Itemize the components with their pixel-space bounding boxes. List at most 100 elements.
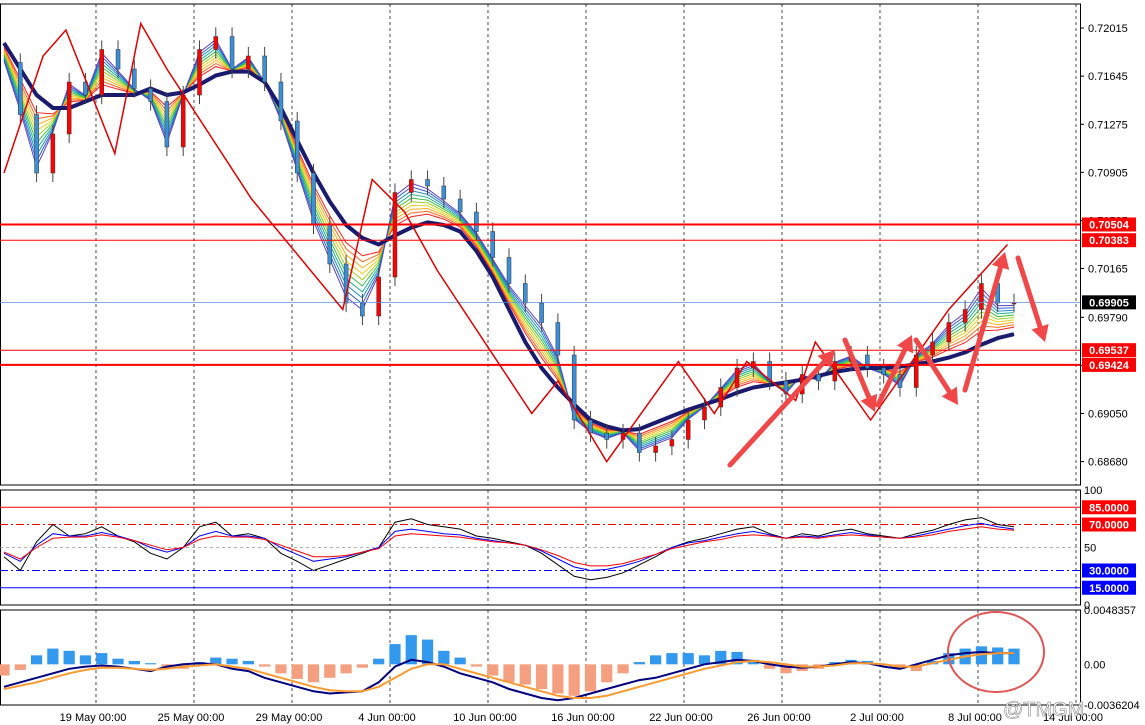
candle-body xyxy=(34,114,39,174)
x-tick-label: 10 Jun 00:00 xyxy=(453,712,517,724)
macd-histogram-bar xyxy=(307,664,320,683)
candle-body xyxy=(637,432,642,453)
macd-histogram-bar xyxy=(682,653,694,665)
candle-body xyxy=(962,309,968,323)
macd-histogram-bar xyxy=(438,650,450,665)
price-y-tick-label: 0.70165 xyxy=(1088,264,1128,276)
panel-frame-1 xyxy=(0,3,1081,486)
candle-body xyxy=(132,68,137,89)
x-tick-label: 25 May 00:00 xyxy=(158,712,225,724)
macd-y-tick-label: -0.0036204 xyxy=(1084,700,1140,712)
macd-histogram-bar xyxy=(633,662,645,665)
candle-body xyxy=(881,367,886,375)
x-tick-label: 8 Jul 00:00 xyxy=(948,712,1002,724)
oscillator-level-label: 70.0000 xyxy=(1089,520,1129,532)
candle-body xyxy=(865,354,870,369)
macd-histogram-bar xyxy=(487,664,499,676)
price-tag-label: 0.69424 xyxy=(1089,360,1130,372)
macd-histogram-bar xyxy=(666,653,678,665)
macd-histogram-bar xyxy=(454,657,466,665)
oscillator-y-tick-label: 100 xyxy=(1084,485,1102,497)
macd-histogram-bar xyxy=(356,664,368,668)
candle-body xyxy=(392,192,398,278)
price-y-tick-label: 0.70905 xyxy=(1088,167,1128,179)
candle-body xyxy=(327,224,333,265)
macd-histogram-bar xyxy=(14,664,26,670)
candle-body xyxy=(685,419,691,440)
candle-body xyxy=(702,406,707,421)
candle-body xyxy=(979,283,984,310)
macd-histogram-bar xyxy=(47,648,59,665)
oscillator-y-tick-label: 50 xyxy=(1084,543,1096,555)
price-tag-label: 0.69537 xyxy=(1089,345,1129,357)
macd-histogram-bar xyxy=(601,664,613,683)
candle-body xyxy=(653,445,658,453)
candle-body xyxy=(604,432,609,440)
candle-body xyxy=(474,211,479,232)
macd-histogram-bar xyxy=(112,658,124,665)
price-y-tick-label: 0.68680 xyxy=(1088,457,1128,469)
candle-body xyxy=(262,55,267,83)
price-tag-label: 0.70383 xyxy=(1089,235,1129,247)
macd-histogram-bar xyxy=(242,660,254,665)
macd-histogram-bar xyxy=(79,655,92,665)
price-y-tick-label: 0.69050 xyxy=(1088,409,1128,421)
candle-body xyxy=(246,55,251,70)
price-y-tick-label: 0.72015 xyxy=(1088,23,1128,35)
macd-histogram-bar xyxy=(275,664,287,674)
candle-body xyxy=(18,62,23,115)
candle-body xyxy=(441,185,447,200)
oscillator-level-label: 30.0000 xyxy=(1089,566,1129,578)
macd-histogram-bar xyxy=(373,658,385,665)
candle-body xyxy=(1011,302,1017,305)
macd-histogram-bar xyxy=(128,660,140,665)
x-tick-label: 22 Jun 00:00 xyxy=(649,712,713,724)
candle-body xyxy=(164,101,170,148)
macd-histogram-bar xyxy=(535,664,548,690)
x-tick-label: 16 Jun 00:00 xyxy=(551,712,615,724)
candle-body xyxy=(914,354,919,388)
candle-body xyxy=(946,322,952,343)
macd-histogram-bar xyxy=(617,664,629,674)
candle-body xyxy=(490,231,495,258)
price-y-tick-label: 0.71645 xyxy=(1088,71,1128,83)
candle-body xyxy=(294,120,300,174)
candle-body xyxy=(213,36,219,50)
forex-chart: 19 May 00:00 25 May 00:00 29 May 00:00 4 Ju… xyxy=(0,3,1140,724)
macd-histogram-bar xyxy=(584,664,597,692)
price-y-tick-label: 0.71275 xyxy=(1088,119,1128,131)
macd-histogram-bar xyxy=(992,647,1004,665)
price-tag-label: 0.70504 xyxy=(1089,219,1130,231)
macd-histogram-bar xyxy=(259,664,271,667)
candle-body xyxy=(409,179,414,193)
oscillator-level-label: 85.0000 xyxy=(1089,502,1129,514)
watermark: @TMGM xyxy=(1003,699,1084,721)
macd-histogram-bar xyxy=(503,664,515,683)
candle-body xyxy=(180,94,186,148)
macd-histogram-bar xyxy=(63,650,75,665)
macd-histogram-bar xyxy=(650,655,662,665)
candle-body xyxy=(376,276,381,317)
candle-body xyxy=(506,257,512,284)
macd-histogram-bar xyxy=(340,664,352,674)
macd-histogram-bar xyxy=(389,644,401,665)
x-tick-label: 29 May 00:00 xyxy=(256,712,323,724)
macd-histogram-bar xyxy=(324,664,336,678)
candle-body xyxy=(99,49,104,96)
x-tick-label: 19 May 00:00 xyxy=(60,712,127,724)
candle-body xyxy=(229,36,235,70)
price-y-tick-label: 0.69790 xyxy=(1088,312,1128,324)
macd-histogram-bar xyxy=(291,664,303,679)
candle-body xyxy=(360,302,365,317)
macd-y-tick-label: 0.00 xyxy=(1084,659,1105,671)
macd-histogram-bar xyxy=(552,664,564,694)
price-tag-label: 0.69905 xyxy=(1089,297,1129,309)
candle-body xyxy=(457,198,463,213)
macd-histogram-bar xyxy=(1008,648,1020,665)
macd-y-tick-label: 0.0048357 xyxy=(1084,605,1136,617)
candle-body xyxy=(816,374,821,382)
candle-body xyxy=(425,179,430,187)
macd-histogram-bar xyxy=(145,663,157,665)
macd-histogram-bar xyxy=(0,664,10,676)
macd-histogram-bar xyxy=(30,655,43,665)
